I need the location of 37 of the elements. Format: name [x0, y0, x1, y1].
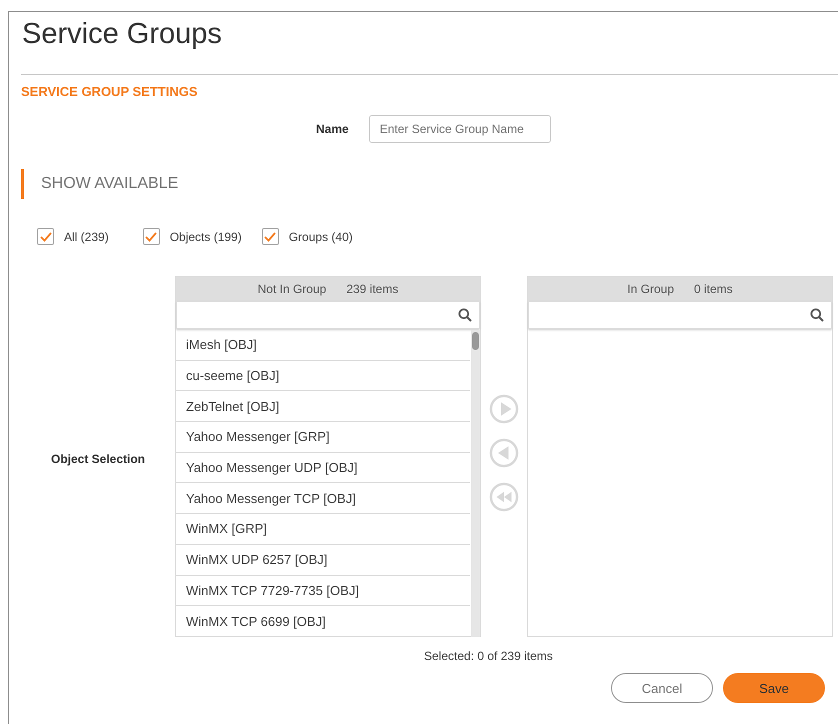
checkbox[interactable]	[37, 228, 54, 245]
page-title: Service Groups	[21, 17, 223, 52]
scrollbar[interactable]	[471, 330, 480, 637]
checkbox[interactable]	[262, 228, 279, 245]
list-title: In Group	[627, 282, 674, 296]
remove-all-button[interactable]	[489, 482, 519, 512]
list-item[interactable]: WinMX TCP 7729-7735 [OBJ]	[176, 576, 470, 606]
search-icon[interactable]	[458, 308, 472, 322]
section-heading: SHOW AVAILABLE	[21, 169, 178, 199]
field-label: Object Selection	[50, 452, 146, 466]
list-title: Not In Group	[258, 282, 326, 296]
list-item[interactable]: ZebTelnet [OBJ]	[176, 391, 470, 422]
list-item[interactable]: WinMX UDP 6257 [OBJ]	[176, 544, 470, 576]
list-item[interactable]: cu-seeme [OBJ]	[176, 360, 470, 392]
list-item[interactable]: WinMX [GRP]	[176, 514, 470, 545]
section-title: SERVICE GROUP SETTINGS	[21, 84, 199, 99]
list-item[interactable]: Yahoo Messenger UDP [OBJ]	[176, 452, 470, 484]
remove-button[interactable]	[489, 438, 519, 468]
input-field[interactable]: Enter Service Group Name	[368, 115, 551, 143]
item-count: 0 items	[694, 282, 733, 296]
search-field[interactable]	[176, 301, 480, 329]
save-button[interactable]: Save	[723, 673, 825, 703]
list-item[interactable]: Yahoo Messenger [GRP]	[176, 422, 470, 453]
search-icon[interactable]	[810, 308, 824, 322]
item-count: 239 items	[346, 282, 398, 296]
search-field[interactable]	[528, 301, 832, 329]
cancel-button[interactable]: Cancel	[611, 673, 713, 703]
list-item[interactable]: Yahoo Messenger TCP [OBJ]	[176, 483, 470, 514]
list-item[interactable]: iMesh [OBJ]	[176, 330, 470, 361]
checkbox-label: All (239)	[64, 230, 109, 244]
checkbox[interactable]	[142, 228, 160, 245]
add-button[interactable]	[489, 394, 519, 424]
checkbox-label: Objects (199)	[170, 230, 242, 244]
checkbox-label: Groups (40)	[288, 230, 353, 244]
selection-count: Selected: 0 of 239 items	[424, 649, 554, 663]
list-item[interactable]: WinMX TCP 6699 [OBJ]	[176, 606, 470, 637]
field-label: Name	[316, 122, 349, 136]
